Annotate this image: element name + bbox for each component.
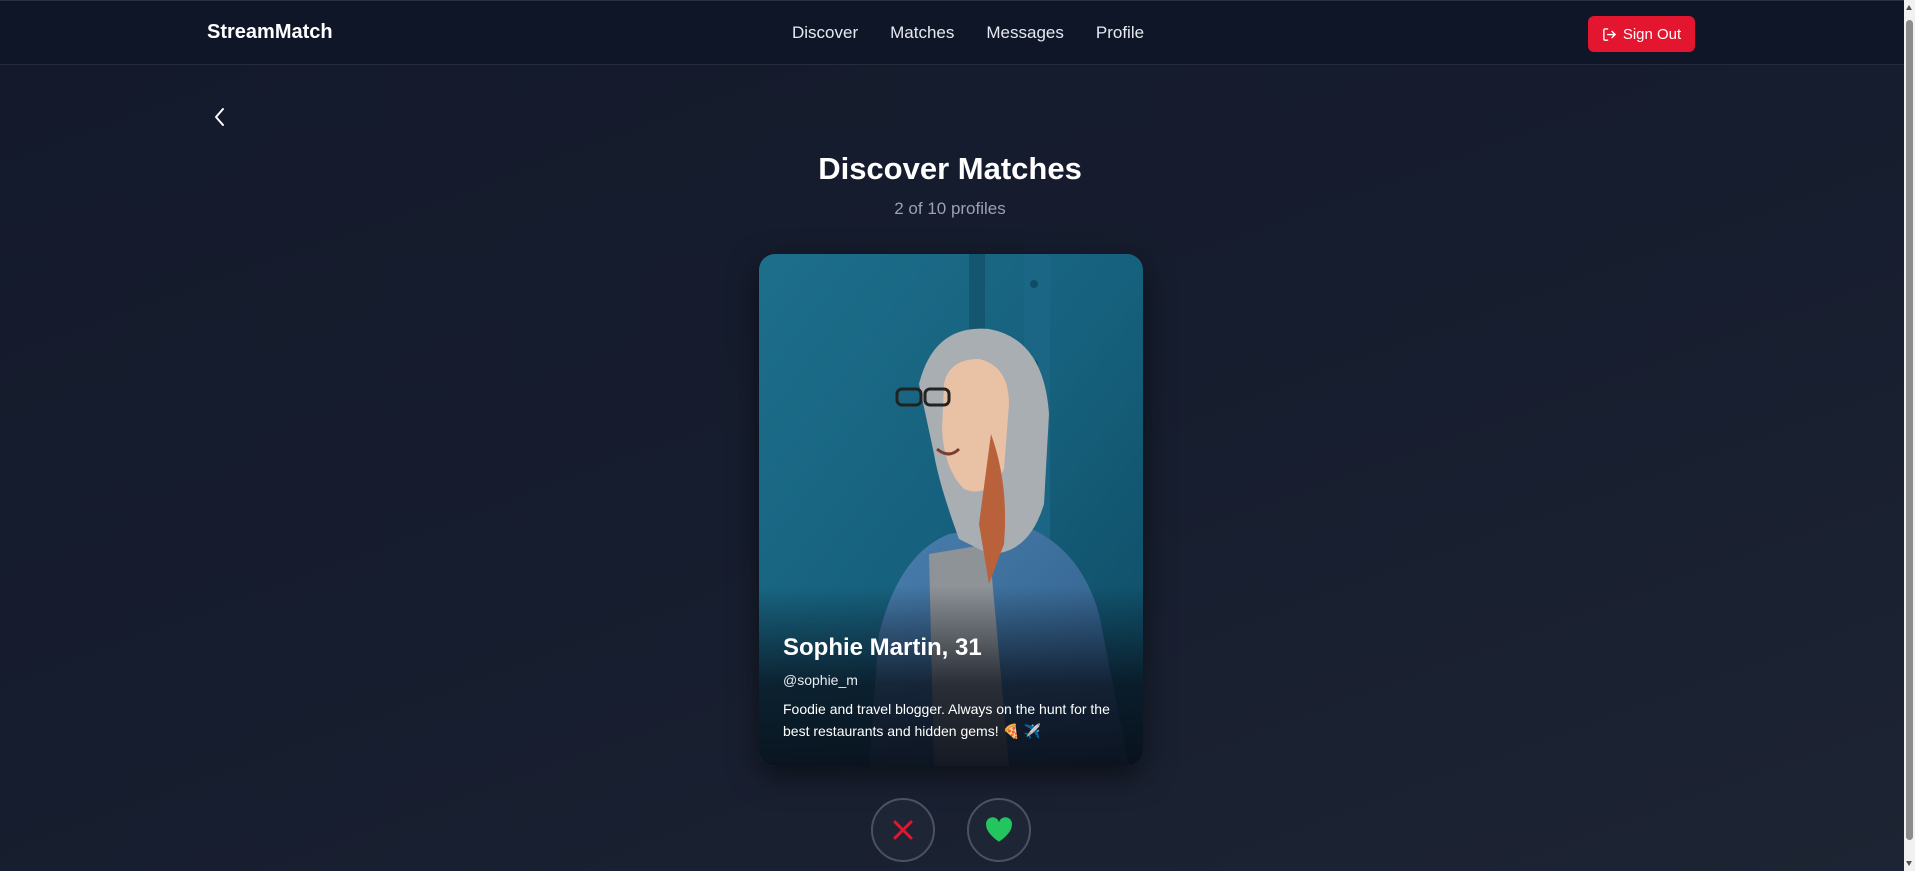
page-title: Discover Matches <box>818 151 1082 186</box>
profile-handle: @sophie_m <box>783 672 858 688</box>
app-page: StreamMatch Discover Matches Messages Pr… <box>0 0 1915 871</box>
x-icon <box>893 820 913 840</box>
profile-name-age: Sophie Martin, 31 <box>783 634 982 661</box>
like-button[interactable] <box>967 798 1031 862</box>
sign-out-label: Sign Out <box>1622 25 1682 43</box>
logout-icon <box>1603 27 1616 41</box>
nav-link-matches[interactable]: Matches <box>890 23 954 43</box>
chevron-left-icon <box>215 108 224 126</box>
profile-card[interactable]: Sophie Martin, 31 @sophie_m Foodie and t… <box>759 254 1143 766</box>
nav-link-profile[interactable]: Profile <box>1096 23 1144 43</box>
top-navbar: StreamMatch Discover Matches Messages Pr… <box>0 0 1904 65</box>
sign-out-button[interactable]: Sign Out <box>1588 16 1695 52</box>
reject-button[interactable] <box>871 798 935 862</box>
scroll-up-arrow-icon[interactable] <box>1906 5 1912 10</box>
swipe-actions <box>871 798 1031 862</box>
brand-logo[interactable]: StreamMatch <box>207 21 333 44</box>
profile-info: Sophie Martin, 31 @sophie_m Foodie and t… <box>783 634 1123 742</box>
scroll-thumb[interactable] <box>1906 20 1913 840</box>
heart-icon <box>986 817 1012 842</box>
scroll-down-arrow-icon[interactable] <box>1906 861 1912 866</box>
profile-bio: Foodie and travel blogger. Always on the… <box>783 701 1110 739</box>
page-scrollbar[interactable] <box>1904 0 1915 871</box>
nav-link-messages[interactable]: Messages <box>986 23 1063 43</box>
profile-counter: 2 of 10 profiles <box>894 199 1006 218</box>
back-button[interactable] <box>208 104 232 130</box>
nav-link-discover[interactable]: Discover <box>792 23 858 43</box>
nav-links: Discover Matches Messages Profile <box>792 23 1144 43</box>
